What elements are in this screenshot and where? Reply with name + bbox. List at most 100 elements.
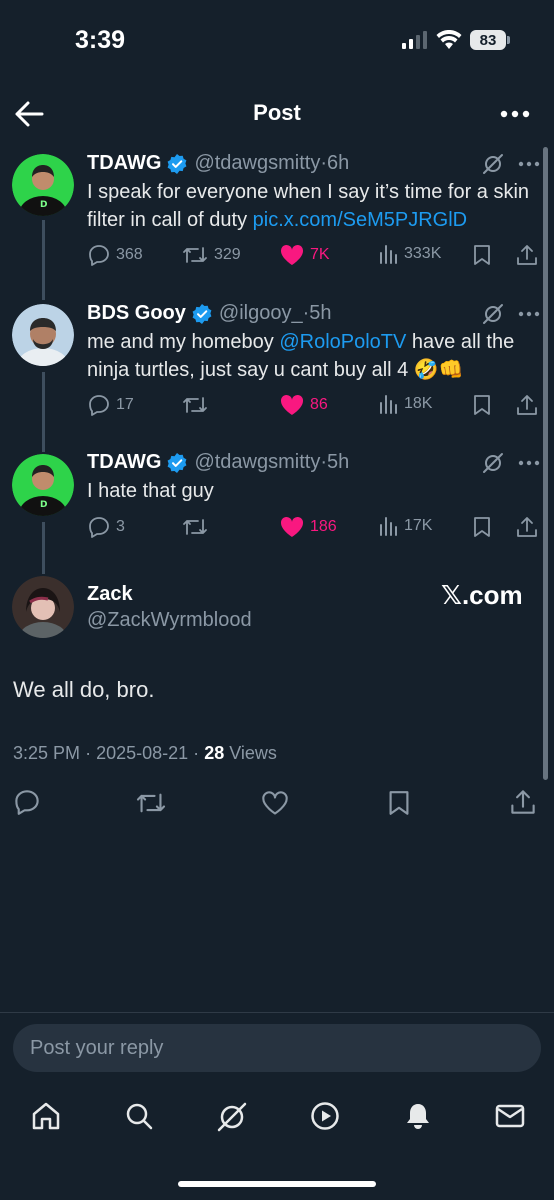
share-button[interactable] bbox=[516, 244, 538, 266]
nav-messages[interactable] bbox=[495, 1102, 525, 1130]
nav-grok[interactable] bbox=[216, 1101, 248, 1133]
status-time: 3:39 bbox=[75, 26, 126, 54]
views-button[interactable]: 17K bbox=[378, 516, 432, 536]
like-count: 86 bbox=[310, 396, 328, 413]
author-name[interactable]: BDS Gooy bbox=[87, 302, 186, 325]
author-name[interactable]: TDAWG bbox=[87, 451, 161, 474]
home-icon bbox=[32, 1102, 60, 1130]
reply-button[interactable]: 17 bbox=[88, 394, 134, 416]
mention-link[interactable]: @RoloPoloTV bbox=[279, 331, 406, 353]
more-icon bbox=[500, 110, 530, 118]
grok-icon bbox=[483, 453, 503, 473]
bookmark-button[interactable] bbox=[387, 789, 411, 817]
views-button[interactable]: 18K bbox=[378, 394, 432, 414]
post-date: 2025-08-21 bbox=[96, 743, 189, 763]
views-icon bbox=[380, 395, 397, 414]
repost-icon bbox=[183, 519, 207, 535]
nav-search[interactable] bbox=[124, 1101, 154, 1131]
share-button[interactable] bbox=[516, 394, 538, 416]
verified-icon bbox=[168, 153, 187, 174]
repost-button[interactable] bbox=[182, 394, 208, 416]
avatar[interactable]: D bbox=[12, 454, 74, 516]
back-button[interactable] bbox=[14, 100, 44, 128]
more-icon bbox=[518, 161, 540, 167]
views-count: 17K bbox=[404, 517, 433, 534]
more-options-button[interactable] bbox=[498, 104, 532, 124]
views-label[interactable]: Views bbox=[229, 743, 277, 763]
separator: · bbox=[320, 152, 327, 174]
share-icon bbox=[517, 517, 537, 537]
repost-button[interactable]: 329 bbox=[182, 244, 241, 266]
author-name[interactable]: TDAWG bbox=[87, 152, 161, 175]
bookmark-icon bbox=[474, 245, 490, 265]
reply-button[interactable]: 3 bbox=[88, 516, 125, 538]
like-count: 186 bbox=[310, 518, 337, 535]
bookmark-icon bbox=[474, 517, 490, 537]
views-count: 18K bbox=[404, 395, 433, 412]
like-button[interactable]: 86 bbox=[280, 394, 328, 416]
tweet-text: I speak for everyone when I say it’s tim… bbox=[87, 178, 537, 234]
avatar[interactable] bbox=[12, 576, 74, 638]
heart-icon bbox=[280, 516, 304, 537]
divider bbox=[0, 1012, 554, 1013]
repost-icon bbox=[183, 397, 207, 413]
bookmark-icon bbox=[389, 791, 409, 815]
share-icon bbox=[517, 245, 537, 265]
battery-indicator: 83 bbox=[470, 30, 510, 50]
tweet-more-button[interactable] bbox=[518, 311, 540, 317]
reply-button[interactable]: 368 bbox=[88, 244, 143, 266]
reply-button[interactable] bbox=[13, 789, 41, 815]
share-button[interactable] bbox=[516, 516, 538, 538]
tweet-header: TDAWG @tdawgsmitty · 5h bbox=[87, 451, 349, 474]
author-handle[interactable]: @tdawgsmitty bbox=[194, 451, 320, 474]
post-time: 5h bbox=[309, 302, 332, 324]
grok-button[interactable] bbox=[482, 153, 504, 175]
share-icon bbox=[511, 790, 535, 814]
views-icon bbox=[380, 245, 397, 264]
reply-input[interactable]: Post your reply bbox=[13, 1024, 541, 1072]
avatar[interactable] bbox=[12, 304, 74, 366]
bookmark-button[interactable] bbox=[472, 516, 492, 538]
bell-icon bbox=[407, 1104, 429, 1129]
views-count: 333K bbox=[404, 245, 442, 262]
like-button[interactable]: 7K bbox=[280, 244, 330, 266]
scrollbar[interactable] bbox=[543, 147, 548, 780]
wifi-icon bbox=[436, 30, 462, 49]
like-count: 7K bbox=[310, 246, 330, 263]
bookmark-button[interactable] bbox=[472, 244, 492, 266]
bookmark-button[interactable] bbox=[472, 394, 492, 416]
post-meta: 3:25 PM · 2025-08-21 · 28 Views bbox=[13, 743, 277, 764]
bookmark-icon bbox=[474, 395, 490, 415]
verified-icon bbox=[168, 452, 187, 473]
nav-notifications[interactable] bbox=[403, 1101, 433, 1131]
repost-button[interactable] bbox=[135, 790, 167, 816]
grok-button[interactable] bbox=[482, 303, 504, 325]
home-indicator bbox=[178, 1181, 376, 1187]
tweet-text: me and my homeboy @RoloPoloTV have all t… bbox=[87, 328, 537, 384]
nav-video[interactable] bbox=[310, 1101, 340, 1131]
like-button[interactable]: 186 bbox=[280, 516, 337, 538]
views-icon bbox=[380, 517, 397, 536]
tweet-more-button[interactable] bbox=[518, 161, 540, 167]
nav-home[interactable] bbox=[31, 1101, 61, 1131]
share-icon bbox=[517, 395, 537, 415]
svg-text:D: D bbox=[40, 200, 47, 210]
like-button[interactable] bbox=[261, 790, 289, 816]
author-name[interactable]: Zack bbox=[87, 583, 133, 606]
media-link[interactable]: pic.x.com/SeM5PJRGlD bbox=[253, 209, 468, 231]
repost-icon bbox=[136, 793, 166, 813]
page-title: Post bbox=[253, 100, 301, 125]
views-button[interactable]: 333K bbox=[378, 244, 441, 264]
video-icon bbox=[311, 1102, 339, 1130]
author-handle[interactable]: @ilgooy_ bbox=[219, 302, 303, 325]
repost-button[interactable] bbox=[182, 516, 208, 538]
post-time: 6h bbox=[327, 152, 350, 174]
verified-icon bbox=[192, 303, 212, 324]
author-handle[interactable]: @tdawgsmitty bbox=[194, 152, 320, 175]
grok-button[interactable] bbox=[482, 452, 504, 474]
tweet-more-button[interactable] bbox=[518, 460, 540, 466]
status-icons: 83 bbox=[402, 30, 510, 50]
author-handle[interactable]: @ZackWyrmblood bbox=[87, 609, 252, 632]
avatar[interactable]: D bbox=[12, 154, 74, 216]
share-button[interactable] bbox=[510, 789, 536, 815]
